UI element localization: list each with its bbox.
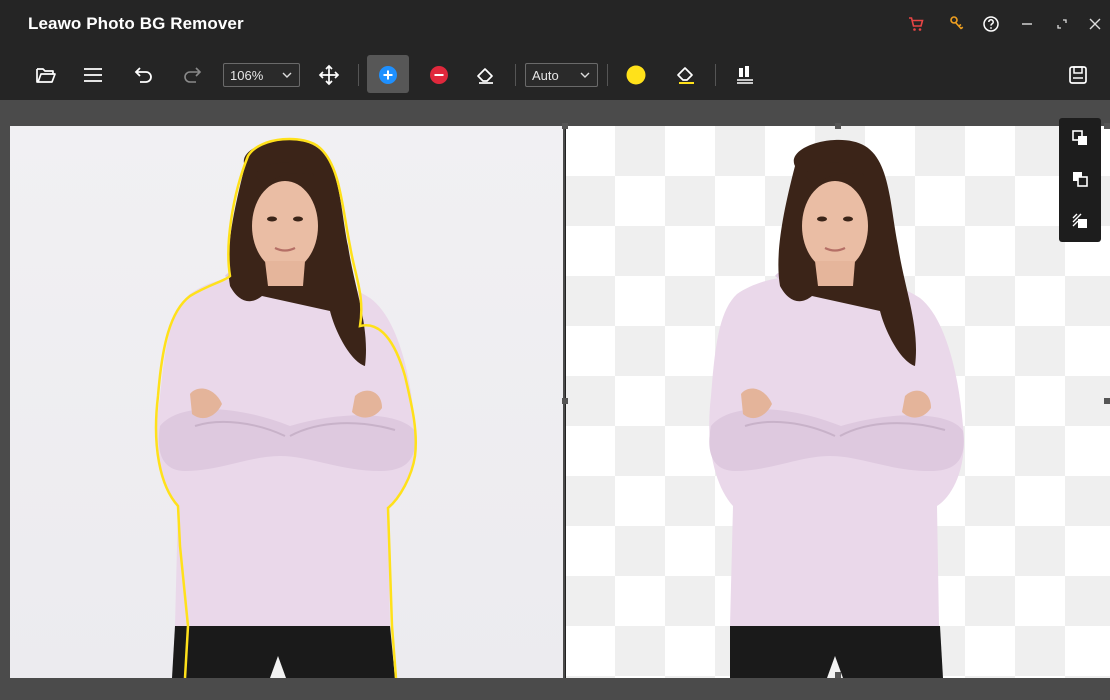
title-bar: Leawo Photo BG Remover	[0, 0, 1110, 48]
copy-front-icon[interactable]	[1069, 127, 1091, 149]
chevron-down-icon	[281, 69, 293, 81]
toolbar-divider	[715, 64, 716, 86]
resize-handle[interactable]	[562, 123, 568, 129]
app-title: Leawo Photo BG Remover	[28, 14, 244, 33]
original-image-pane[interactable]	[10, 126, 563, 678]
key-icon[interactable]	[946, 13, 968, 35]
chevron-down-icon	[579, 69, 591, 81]
move-icon[interactable]	[317, 63, 341, 87]
restore-icon[interactable]	[1051, 13, 1073, 35]
bottom-bar	[0, 678, 1110, 700]
restore-eraser-icon[interactable]	[673, 63, 699, 87]
minimize-icon[interactable]	[1016, 13, 1038, 35]
toolbar-divider	[358, 64, 359, 86]
menu-icon[interactable]	[81, 63, 105, 87]
mode-value: Auto	[532, 67, 559, 83]
zoom-select[interactable]: 106%	[223, 63, 300, 87]
copy-back-icon[interactable]	[1069, 168, 1091, 190]
cart-icon[interactable]	[905, 13, 927, 35]
eraser-icon[interactable]	[474, 63, 498, 87]
resize-handle[interactable]	[835, 123, 841, 129]
result-photo	[709, 139, 964, 678]
help-icon[interactable]	[980, 13, 1002, 35]
resize-handle[interactable]	[1104, 398, 1110, 404]
add-brush-icon[interactable]	[377, 64, 399, 86]
zoom-value: 106%	[230, 67, 264, 83]
toolbar: 106% Auto	[0, 48, 1110, 100]
save-icon[interactable]	[1066, 63, 1090, 87]
close-icon[interactable]	[1084, 13, 1106, 35]
remove-brush-icon[interactable]	[428, 64, 450, 86]
transparent-layer-icon[interactable]	[1069, 210, 1091, 232]
compare-icon[interactable]	[733, 63, 757, 87]
open-folder-icon[interactable]	[34, 63, 58, 87]
brush-color-icon[interactable]	[624, 63, 648, 87]
resize-handle[interactable]	[1104, 123, 1110, 129]
original-photo	[154, 137, 418, 678]
toolbar-divider	[515, 64, 516, 86]
layer-tools-panel	[1059, 118, 1101, 242]
canvas-area	[0, 123, 1110, 678]
mode-select[interactable]: Auto	[525, 63, 598, 87]
undo-icon[interactable]	[132, 63, 156, 87]
resize-handle[interactable]	[562, 398, 568, 404]
result-image-pane[interactable]	[565, 126, 1110, 678]
canvas-top-strip	[0, 100, 1110, 126]
toolbar-divider	[607, 64, 608, 86]
redo-icon[interactable]	[180, 63, 204, 87]
